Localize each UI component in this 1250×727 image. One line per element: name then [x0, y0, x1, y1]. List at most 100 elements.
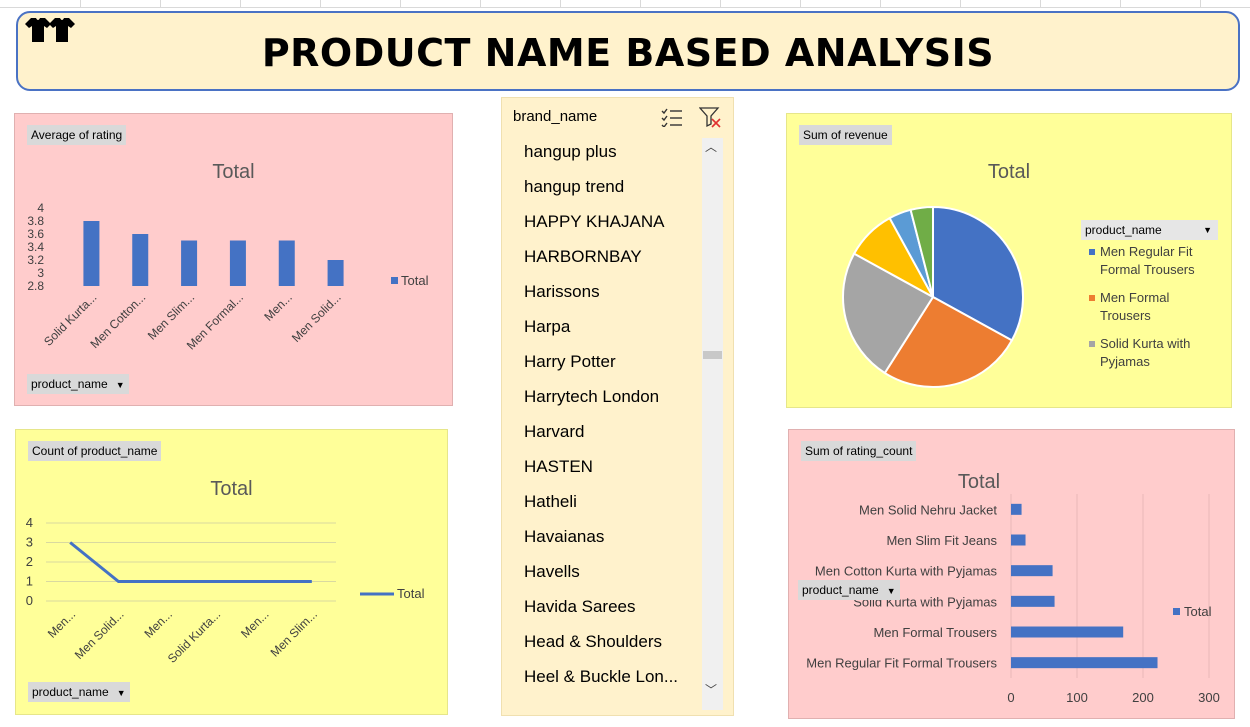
sheet-gridline — [240, 0, 241, 8]
dropdown-arrow-icon: ▼ — [115, 380, 125, 390]
legend-field-button[interactable]: product_name ▼ — [1081, 220, 1218, 240]
x-tick-label: Men... — [261, 290, 294, 323]
axis-field-button[interactable]: product_name ▼ — [798, 580, 900, 600]
y-tick-label: 3.2 — [27, 253, 44, 267]
y-tick-label: 0 — [26, 593, 33, 608]
dropdown-arrow-icon: ▼ — [116, 688, 126, 698]
slicer-item[interactable]: HASTEN — [524, 457, 678, 492]
axis-field-button[interactable]: product_name ▼ — [27, 374, 129, 394]
x-tick-label: 0 — [1007, 690, 1014, 705]
multi-select-icon[interactable] — [661, 107, 683, 132]
slicer-item[interactable]: hangup plus — [524, 142, 678, 177]
sheet-gridline — [80, 0, 81, 8]
sheet-gridline — [560, 0, 561, 8]
slicer-item[interactable]: hangup trend — [524, 177, 678, 212]
scrollbar-thumb[interactable] — [703, 351, 722, 359]
y-tick-label: 3 — [26, 535, 33, 550]
sheet-gridlines — [0, 0, 1250, 8]
sheet-gridline — [1040, 0, 1041, 8]
y-tick-label: Men Cotton Kurta with Pyjamas — [815, 564, 998, 579]
sheet-gridline — [160, 0, 161, 8]
y-tick-label: 2 — [26, 554, 33, 569]
slicer-item[interactable]: Harvard — [524, 422, 678, 457]
y-tick-label: 4 — [37, 201, 44, 215]
bar — [278, 240, 295, 286]
slicer-item[interactable]: Harrytech London — [524, 387, 678, 422]
x-tick-label: 200 — [1132, 690, 1154, 705]
legend-swatch — [1173, 608, 1180, 615]
legend-label: Total — [397, 586, 425, 601]
slicer-item[interactable]: Hatheli — [524, 492, 678, 527]
slicer-item[interactable]: Havida Sarees — [524, 597, 678, 632]
y-tick-label: Men Solid Nehru Jacket — [859, 502, 997, 517]
sheet-gridline — [800, 0, 801, 8]
rating-count-chart[interactable]: Sum of rating_count Total 0 100 200 300 Men … — [788, 429, 1235, 719]
y-tick-label: 3.4 — [27, 240, 44, 254]
bar — [1011, 565, 1053, 577]
slicer-item[interactable]: Harpa — [524, 317, 678, 352]
scroll-up-icon[interactable]: ︿ — [705, 138, 717, 155]
slicer-item[interactable]: Havells — [524, 562, 678, 597]
dropdown-arrow-icon: ▼ — [886, 586, 896, 596]
bar — [327, 260, 344, 286]
axis-field-label: product_name — [32, 685, 109, 699]
bar — [181, 240, 198, 286]
dropdown-arrow-icon: ▼ — [1203, 225, 1212, 235]
sheet-gridline — [720, 0, 721, 8]
bar — [1011, 595, 1055, 607]
legend-label: Men Formal — [1100, 290, 1169, 305]
avg-rating-chart[interactable]: Average of rating Total 4 3.8 3.6 3.4 3.2 3 2.… — [14, 113, 453, 406]
slicer-item[interactable]: Harissons — [524, 282, 678, 317]
x-tick-label: Men... — [45, 607, 78, 640]
x-tick-label: 100 — [1066, 690, 1088, 705]
legend-field-label: product_name — [1085, 223, 1162, 237]
legend-swatch — [1089, 341, 1095, 347]
title-banner: PRODUCT NAME BASED ANALYSIS — [16, 11, 1240, 91]
y-tick-label: 3 — [37, 266, 44, 280]
bar — [1011, 534, 1026, 546]
legend-swatch — [1089, 249, 1095, 255]
slicer-scrollbar[interactable]: ︿ ﹀ — [702, 138, 723, 710]
legend-label: Trousers — [1100, 308, 1151, 323]
brand-name-slicer[interactable]: brand_name hangup plus hangup trend HAPPY … — [501, 97, 734, 716]
y-tick-label: Men Slim Fit Jeans — [886, 533, 997, 548]
slicer-item[interactable]: Head & Shoulders — [524, 632, 678, 667]
slicer-item[interactable]: Heel & Buckle Lon... — [524, 667, 678, 702]
revenue-pie-chart[interactable]: Sum of revenue Total Men Regular Fit Form… — [786, 113, 1232, 408]
y-tick-label: 3.6 — [27, 227, 44, 241]
x-tick-label: 300 — [1198, 690, 1220, 705]
axis-field-label: product_name — [31, 377, 108, 391]
sheet-gridline — [640, 0, 641, 8]
legend-label: Pyjamas — [1100, 354, 1150, 369]
sheet-gridline — [320, 0, 321, 8]
bar — [229, 240, 246, 286]
sheet-gridline — [1200, 0, 1201, 8]
x-tick-label: Men... — [141, 607, 174, 640]
x-tick-label: Men Slim... — [268, 607, 320, 659]
sheet-gridline — [400, 0, 401, 8]
sheet-gridline — [960, 0, 961, 8]
slicer-item[interactable]: Havaianas — [524, 527, 678, 562]
x-tick-label: Men Solid... — [72, 607, 127, 662]
sheet-gridline — [480, 0, 481, 8]
slicer-header-icons — [661, 106, 721, 133]
axis-field-button[interactable]: product_name ▼ — [28, 682, 130, 702]
count-product-chart[interactable]: Count of product_name Total 4 3 2 1 0 Men... M… — [15, 429, 448, 715]
y-tick-label: 1 — [26, 574, 33, 589]
slicer-item[interactable]: HAPPY KHAJANA — [524, 212, 678, 247]
slicer-item[interactable]: Harry Potter — [524, 352, 678, 387]
clear-filter-icon[interactable] — [698, 106, 721, 133]
x-tick-label: Men... — [238, 607, 271, 640]
scroll-down-icon[interactable]: ﹀ — [705, 681, 717, 698]
legend-label: Men Regular Fit — [1100, 244, 1193, 259]
sheet-gridline — [880, 0, 881, 8]
y-tick-label: Men Formal Trousers — [873, 625, 997, 640]
legend-label: Formal Trousers — [1100, 262, 1195, 277]
x-tick-label: Men Slim... — [145, 290, 197, 342]
legend-swatch — [1089, 295, 1095, 301]
y-tick-label: 3.8 — [27, 214, 44, 228]
slicer-item[interactable]: HARBORNBAY — [524, 247, 678, 282]
bar — [1011, 657, 1158, 669]
y-tick-label: 2.8 — [27, 279, 44, 293]
y-tick-label: Men Regular Fit Formal Trousers — [806, 656, 997, 671]
